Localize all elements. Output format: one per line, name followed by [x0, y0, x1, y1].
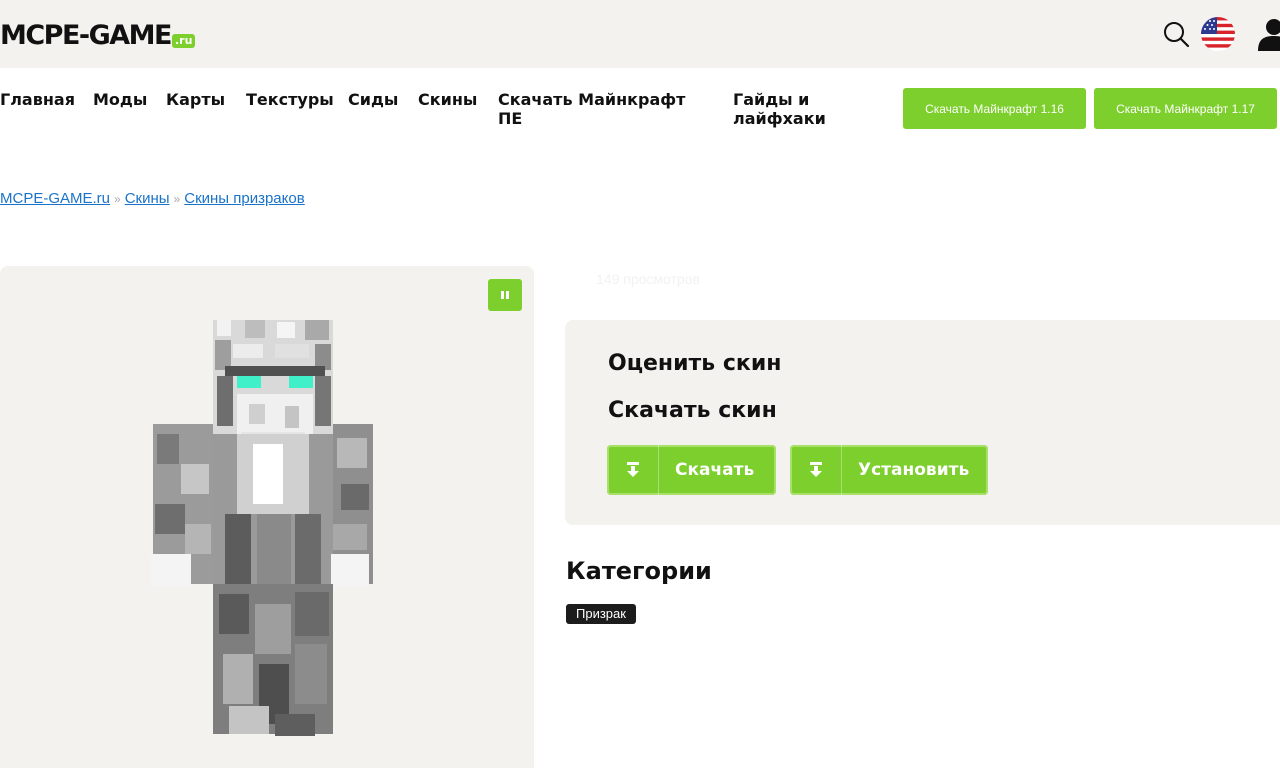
- rate-skin-heading: Оценить скин: [608, 351, 782, 376]
- site-header: MCPE-GAME .ru: [0, 0, 1280, 68]
- skin-model-image: [151, 320, 373, 736]
- categories-heading: Категории: [566, 557, 712, 585]
- nav-item-download-mcpe[interactable]: Скачать Майнкрафт ПЕ: [498, 90, 698, 128]
- pause-button[interactable]: [488, 279, 522, 311]
- download-button[interactable]: Скачать: [607, 445, 776, 495]
- download-arrow-icon: [607, 445, 659, 495]
- install-button-label: Установить: [858, 460, 970, 480]
- breadcrumb: MCPE-GAME.ru» Скины» Скины призраков: [0, 190, 305, 207]
- search-icon[interactable]: [1162, 20, 1190, 48]
- views-count: 149 просмотров: [596, 271, 700, 287]
- skin-preview-panel: [0, 266, 534, 768]
- download-117-label: Скачать Майнкрафт 1.17: [1116, 101, 1255, 116]
- download-skin-heading: Скачать скин: [608, 398, 777, 423]
- site-logo[interactable]: MCPE-GAME .ru: [0, 20, 196, 51]
- logo-text: MCPE-GAME: [0, 20, 173, 51]
- nav-item-home[interactable]: Главная: [0, 90, 75, 109]
- us-flag-icon[interactable]: [1201, 17, 1235, 51]
- download-minecraft-116-button[interactable]: Скачать Майнкрафт 1.16: [903, 88, 1086, 129]
- install-arrow-icon: [790, 445, 842, 495]
- download-button-label: Скачать: [675, 460, 755, 480]
- nav-item-seeds[interactable]: Сиды: [348, 90, 398, 109]
- pause-icon: [501, 291, 509, 299]
- nav-item-mods[interactable]: Моды: [93, 90, 147, 109]
- logo-suffix: .ru: [172, 34, 196, 48]
- breadcrumb-separator: »: [173, 192, 181, 206]
- download-minecraft-117-button[interactable]: Скачать Майнкрафт 1.17: [1094, 88, 1277, 129]
- breadcrumb-separator: »: [114, 192, 121, 206]
- nav-item-maps[interactable]: Карты: [166, 90, 225, 109]
- breadcrumb-ghost-skins-link[interactable]: Скины призраков: [184, 190, 304, 207]
- download-116-label: Скачать Майнкрафт 1.16: [925, 101, 1064, 116]
- user-icon[interactable]: [1254, 17, 1280, 51]
- install-button[interactable]: Установить: [790, 445, 988, 495]
- nav-item-skins[interactable]: Скины: [418, 90, 477, 109]
- breadcrumb-home-link[interactable]: MCPE-GAME.ru: [0, 190, 110, 207]
- breadcrumb-skins-link[interactable]: Скины: [125, 190, 170, 207]
- category-tag-ghost[interactable]: Призрак: [566, 604, 636, 624]
- nav-item-guides[interactable]: Гайды и лайфхаки: [733, 90, 843, 128]
- nav-item-textures[interactable]: Текстуры: [246, 90, 334, 109]
